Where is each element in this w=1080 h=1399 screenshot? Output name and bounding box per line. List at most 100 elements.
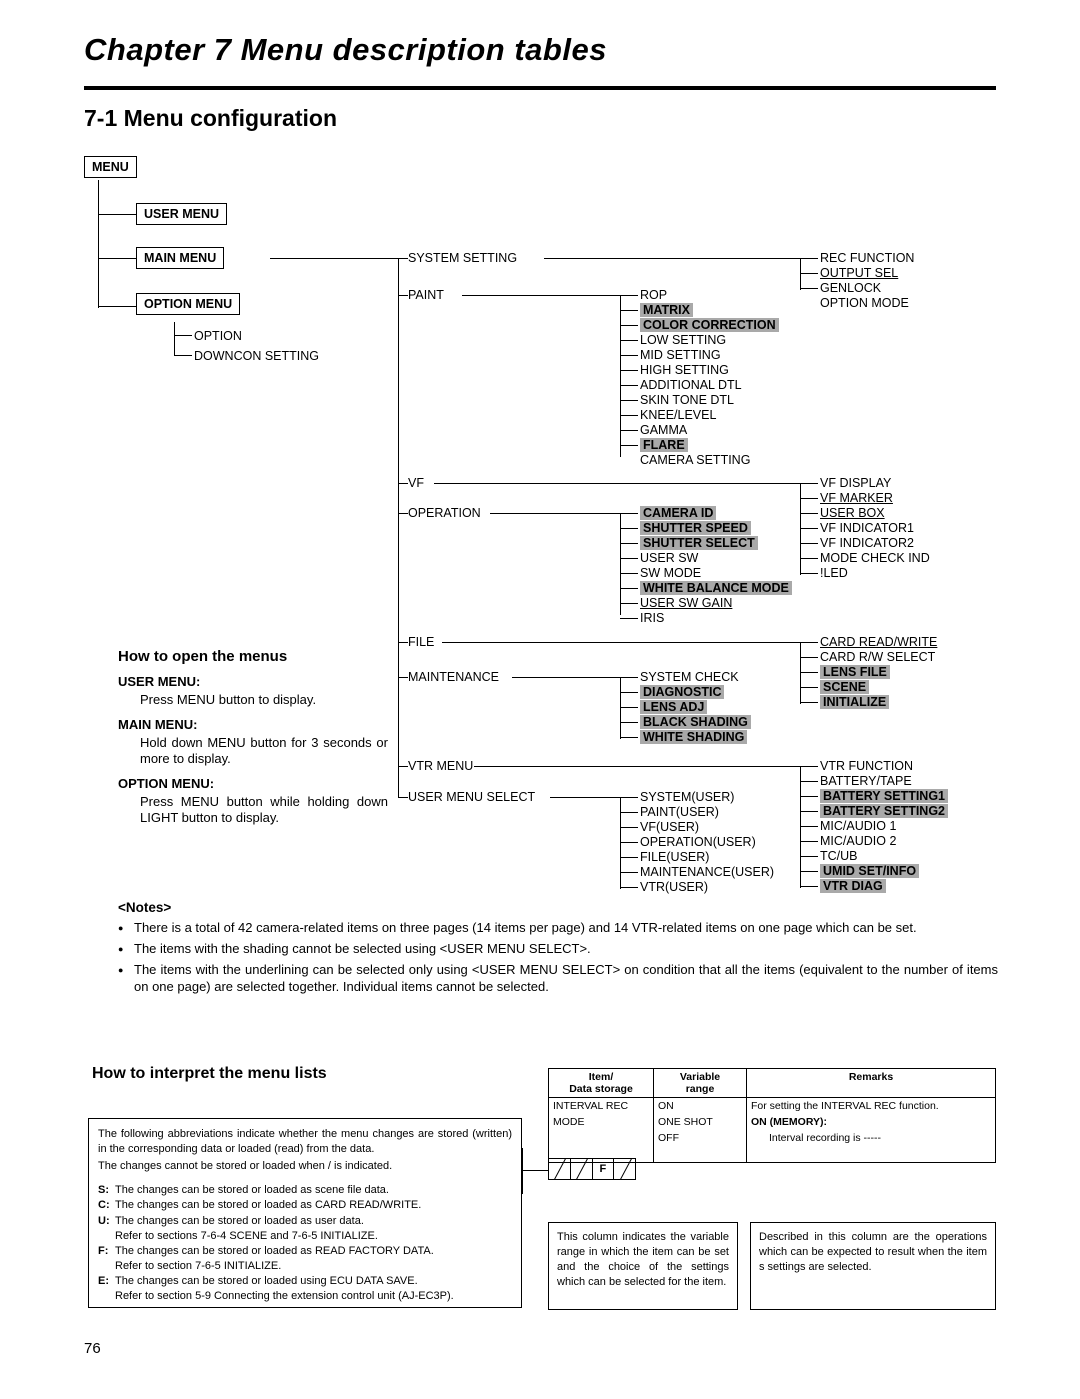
tree-line	[620, 528, 638, 530]
note-item: The items with the underlining can be se…	[118, 961, 998, 995]
description-remarks: Described in this column are the operati…	[750, 1222, 996, 1310]
tree-line	[800, 766, 818, 768]
tree-line	[800, 811, 818, 813]
note-item: There is a total of 42 camera-related it…	[118, 919, 998, 938]
tree-line	[398, 766, 408, 768]
table-row: INTERVAL REC ON For setting the INTERVAL…	[548, 1097, 996, 1114]
tree-line	[620, 310, 638, 312]
tree-line	[620, 370, 638, 372]
tree-node-paint: PAINT	[408, 288, 444, 302]
abbrev-key-c: C:	[98, 1199, 110, 1211]
tree-node-option-menu: OPTION MENU	[136, 293, 241, 315]
option-menu-label: OPTION MENU:	[118, 776, 215, 791]
tree-line	[800, 642, 818, 644]
tree-line	[550, 797, 622, 799]
tree-node-white-balance-mode: WHITE BALANCE MODE	[640, 581, 792, 595]
tree-line	[620, 588, 638, 590]
tree-node-system-check: SYSTEM CHECK	[640, 670, 739, 684]
tree-node-paint-user: PAINT(USER)	[640, 805, 719, 819]
tree-line	[800, 672, 818, 674]
cell-remarks-1: ON (MEMORY):	[746, 1114, 996, 1130]
tree-node-color-correction: COLOR CORRECTION	[640, 318, 779, 332]
tree-line	[442, 642, 802, 644]
main-menu-text: Hold down MENU button for 3 seconds or m…	[140, 735, 388, 766]
tree-line	[800, 483, 818, 485]
tree-node-black-shading: BLACK SHADING	[640, 715, 751, 729]
option-menu-text: Press MENU button while holding down LIG…	[140, 794, 388, 825]
tree-node-battery-setting2: BATTERY SETTING2	[820, 804, 949, 818]
tree-line	[620, 445, 638, 447]
tree-line	[800, 273, 818, 275]
tree-line	[474, 766, 802, 768]
tree-node-camera-id: CAMERA ID	[640, 506, 717, 520]
cell-remarks-2: Interval recording is -----	[746, 1130, 996, 1163]
tree-node-camera-setting: CAMERA SETTING	[640, 453, 751, 467]
note-item: The items with the shading cannot be sel…	[118, 940, 998, 959]
tree-line	[620, 677, 638, 679]
tree-line	[620, 887, 638, 889]
tree-line	[398, 483, 408, 485]
tree-node-system-setting: SYSTEM SETTING	[408, 251, 518, 265]
th-remarks: Remarks	[746, 1068, 996, 1098]
tree-line	[620, 400, 638, 402]
tree-line	[620, 618, 638, 620]
tree-line	[800, 702, 818, 704]
tree-node-rec-function: REC FUNCTION	[820, 251, 915, 265]
tree-line	[462, 295, 622, 297]
page: Chapter 7 Menu description tables 7-1 Me…	[0, 0, 1080, 1399]
tree-line	[398, 677, 408, 679]
tree-node-vf-indicator1: VF INDICATOR1	[820, 521, 914, 535]
tree-node-skin-tone-dtl: SKIN TONE DTL	[640, 393, 735, 407]
tree-node-high-setting: HIGH SETTING	[640, 363, 729, 377]
tree-line	[800, 781, 818, 783]
tree-node-maintenance-user: MAINTENANCE(USER)	[640, 865, 775, 879]
tree-line	[620, 295, 638, 297]
tree-line	[800, 841, 818, 843]
tree-line	[98, 306, 136, 308]
tree-node-file: FILE	[408, 635, 435, 649]
tree-node-flare: FLARE	[640, 438, 688, 452]
tree-line	[98, 258, 136, 260]
tree-line	[800, 258, 818, 260]
tree-node-operation: OPERATION	[408, 506, 481, 520]
notes-list: There is a total of 42 camera-related it…	[118, 919, 998, 995]
tree-line	[800, 886, 818, 888]
cell-range-2: OFF	[653, 1130, 747, 1163]
abbrev-key-f: F:	[98, 1244, 109, 1257]
tree-line	[174, 355, 192, 357]
tree-node-user-sw-gain: USER SW GAIN	[640, 596, 733, 610]
tree-node-white-shading: WHITE SHADING	[640, 730, 748, 744]
tree-node-genlock: GENLOCK	[820, 281, 882, 295]
chapter-title: Chapter 7 Menu description tables	[84, 32, 607, 67]
tree-line	[620, 340, 638, 342]
tree-line	[800, 687, 818, 689]
tree-line	[800, 498, 818, 500]
tree-line	[800, 871, 818, 873]
tree-line	[620, 513, 638, 515]
tree-node-vf-display: VF DISPLAY	[820, 476, 892, 490]
tree-node-lens-adj: LENS ADJ	[640, 700, 708, 714]
storage-icon-f: F	[593, 1159, 615, 1179]
interpret-title: How to interpret the menu lists	[92, 1065, 327, 1082]
tree-node-vtr-diag: VTR DIAG	[820, 879, 886, 893]
tree-line	[620, 355, 638, 357]
abbrev-intro-1: The following abbreviations indicate whe…	[98, 1128, 512, 1155]
tree-node-battery-setting1: BATTERY SETTING1	[820, 789, 949, 803]
tree-node-option-mode: OPTION MODE	[820, 296, 909, 310]
tree-line	[620, 842, 638, 844]
cell-item-1: MODE	[548, 1114, 654, 1130]
tree-node-additional-dtl: ADDITIONAL DTL	[640, 378, 742, 392]
tree-node-umid-set-info: UMID SET/INFO	[820, 864, 920, 878]
how-to-open-title: How to open the menus	[118, 648, 288, 665]
abbrev-text-e: The changes can be stored or loaded usin…	[115, 1274, 418, 1287]
table-row: MODE ONE SHOT ON (MEMORY):	[548, 1114, 996, 1130]
tree-node-vf: VF	[408, 476, 424, 490]
tree-node-maintenance: MAINTENANCE	[408, 670, 499, 684]
tree-line	[270, 258, 400, 260]
user-menu-text: Press MENU button to display.	[140, 692, 317, 707]
tree-line	[398, 642, 408, 644]
tree-node-main-menu: MAIN MENU	[136, 247, 225, 269]
tree-node-shutter-speed: SHUTTER SPEED	[640, 521, 751, 535]
tree-line	[398, 295, 408, 297]
tree-line	[434, 483, 802, 485]
